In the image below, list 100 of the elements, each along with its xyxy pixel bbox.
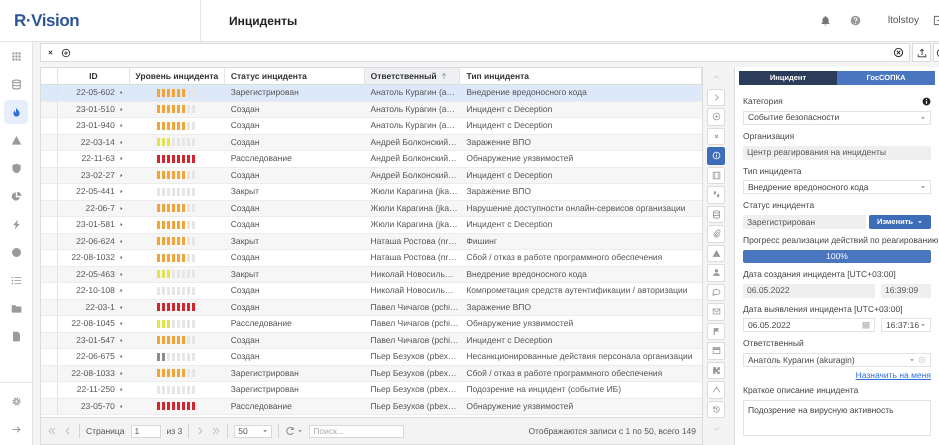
table-cell-text: Николай Новосиль… xyxy=(370,284,454,298)
table-row[interactable]: 22-11-250 Зарегистрирован Пьер Безухов (pbex… Подозрение на инцидент (событие ИБ) xyxy=(41,382,702,398)
field-label: Ответственный xyxy=(743,337,804,350)
tool-button[interactable] xyxy=(707,244,725,262)
table-cell-text: Обнаружение уязвимостей xyxy=(465,400,574,413)
table-cell-text: Создан xyxy=(230,102,261,116)
table-cell-text: Инцидент с Deception xyxy=(465,168,554,182)
column-header[interactable]: Статус инцидента xyxy=(230,70,307,82)
description-field[interactable]: Подозрение на вирусную активность xyxy=(743,400,931,436)
select-field[interactable]: Анатоль Курагин (akuragin) xyxy=(743,353,931,367)
tool-button[interactable] xyxy=(707,225,725,242)
table-cell-text: Сбой / отказ в работе программного обеспечения xyxy=(465,251,664,264)
table-cell-text: Расследование xyxy=(230,400,293,413)
user-name[interactable]: ltolstoy xyxy=(888,13,919,28)
time-field[interactable]: 16:37:16 xyxy=(881,318,931,332)
column-header[interactable]: Уровень инцидента xyxy=(135,70,218,82)
date-field[interactable]: 06.05.2022 xyxy=(743,318,875,332)
table-row[interactable]: 23-01-581 Создан Жюли Карагина (jka… Инцидент с Deception xyxy=(41,217,702,234)
tool-button[interactable] xyxy=(707,206,725,223)
table-cell-text: Компрометация средств аутентификации / авторизации xyxy=(465,284,688,298)
table-row[interactable]: 23-05-70 Расследование Пьер Безухов (pbex… Обнаружение уязвимостей xyxy=(41,398,702,415)
expand-icon xyxy=(118,172,124,178)
table-row[interactable]: 22-06-624 Закрыт Наташа Ростова (nr… Фишинг xyxy=(41,234,702,250)
incident-id: 22-03-14 xyxy=(80,136,115,149)
table-row[interactable]: 22-06-675 Создан Пьер Безухов (pbex… Несанкционированные действия персонала организации xyxy=(41,349,702,366)
incident-id: 22-08-1045 xyxy=(71,317,115,330)
tool-button[interactable] xyxy=(707,186,725,204)
table-row[interactable]: 22-05-463 Закрыт Николай Новосиль… Внедрение вредоносного кода xyxy=(41,266,702,283)
table-cell-text: Создан xyxy=(230,218,261,232)
database-icon xyxy=(10,78,22,90)
table-cell-text: Обнаружение уязвимостей xyxy=(465,152,574,166)
table-row[interactable]: 22-08-1045 Расследование Павел Чичагов (pchi… Обнаружение уязвимостей xyxy=(41,316,702,332)
field-label: Краткое описание инцидента xyxy=(743,384,858,396)
table-row[interactable]: 23-01-510 Создан Анатоль Курагин (а… Инцидент с Deception xyxy=(41,102,702,118)
list-icon xyxy=(10,274,22,286)
table-cell-text: Анатоль Курагин (а… xyxy=(370,86,456,100)
assign-to-me-link[interactable]: Назначить на меня xyxy=(856,369,931,382)
tool-button[interactable] xyxy=(707,342,725,360)
table-row[interactable]: 22-11-63 Расследование Андрей Болконский… Обнаружение уязвимостей xyxy=(41,151,702,168)
column-header[interactable]: ID xyxy=(89,70,98,82)
refresh-button[interactable] xyxy=(285,426,304,436)
table-cell-text: Создан xyxy=(230,300,261,314)
tool-button[interactable] xyxy=(707,362,725,379)
page-input[interactable]: 1 xyxy=(130,424,161,438)
table-cell-text: Закрыт xyxy=(230,234,260,248)
tool-button[interactable] xyxy=(707,108,725,126)
share-icon xyxy=(712,385,720,394)
table-cell-text: Пьер Безухов (pbex… xyxy=(370,366,458,380)
first-page-button[interactable] xyxy=(47,426,57,436)
incident-id: 22-05-441 xyxy=(76,185,115,198)
field-label: Дата создания инцидента [UTC+03:00] xyxy=(743,268,896,280)
select-field[interactable]: Событие безопасности xyxy=(743,110,931,125)
page-size-select[interactable]: 50 xyxy=(234,424,272,438)
table-row[interactable]: 23-02-27 Создан Андрей Болконский… Инцидент с Deception xyxy=(41,168,702,184)
table-row[interactable]: 22-05-602 Зарегистрирован Анатоль Курагин (а… Внедрение вредоносного кода xyxy=(41,85,702,102)
table-cell-text: Внедрение вредоносного кода xyxy=(465,86,588,100)
select-field[interactable]: Внедрение вредоносного кода xyxy=(743,180,931,194)
expand-icon xyxy=(118,90,124,96)
table-cell-text: Инцидент с Deception xyxy=(465,119,554,132)
date-value: 06.05.2022 xyxy=(748,318,791,332)
tool-button[interactable] xyxy=(707,400,725,418)
table-row[interactable]: 22-08-1033 Зарегистрирован Пьер Безухов (pbex… Сбой / отказ в работе программного обеспечения xyxy=(41,366,702,382)
tool-button[interactable] xyxy=(707,264,725,282)
tool-button[interactable] xyxy=(707,381,725,398)
warning-icon xyxy=(712,248,720,258)
table-row[interactable]: 23-01-940 Создан Анатоль Курагин (а… Инцидент с Deception xyxy=(41,118,702,134)
table-row[interactable]: 22-03-1 Создан Павел Чичагов (pchi… Заражение ВПО xyxy=(41,300,702,316)
field-label: Дата выявления инцидента [UTC+03:00] xyxy=(743,302,903,316)
expand-icon xyxy=(118,387,124,392)
tool-button[interactable] xyxy=(707,147,725,164)
tool-button[interactable] xyxy=(707,284,725,301)
table-row[interactable]: 22-06-7 Создан Жюли Карагина (jka… Нарушение доступности онлайн-сервисов организации xyxy=(41,200,702,217)
tool-button[interactable] xyxy=(707,166,725,184)
readonly-field: Центр реагирования на инциденты xyxy=(743,146,931,160)
nav-button[interactable] xyxy=(4,100,28,124)
table-row[interactable]: 22-10-108 Создан Николай Новосиль… Компрометация средств аутентификации / авторизации xyxy=(41,283,702,300)
tool-button[interactable] xyxy=(707,322,725,340)
expand-icon xyxy=(118,272,124,277)
table-cell-text: Пьер Безухов (pbex… xyxy=(370,400,458,413)
time-field: 16:39:09 xyxy=(881,284,931,298)
field-label: Организация xyxy=(743,130,794,142)
expand-icon xyxy=(118,304,124,310)
search-field[interactable]: Поиск... xyxy=(309,424,404,438)
table-row[interactable]: 22-05-441 Закрыт Жюли Карагина (jka… Заражение ВПО xyxy=(41,184,702,200)
expand-icon xyxy=(118,321,124,326)
table-cell-text: Зарегистрирован xyxy=(230,86,300,100)
table-cell-text: Закрыт xyxy=(230,268,260,281)
column-header[interactable]: Тип инцидента xyxy=(466,70,529,82)
incident-id: 22-08-1032 xyxy=(71,251,115,264)
table-cell-text: Сбой / отказ в работе программного обеспечения xyxy=(465,366,664,380)
table-row[interactable]: 22-08-1032 Создан Наташа Ростова (nr… Сбой / отказ в работе программного обеспечения xyxy=(41,250,702,266)
table-row[interactable]: 22-03-14 Создан Андрей Болконский… Заражение ВПО xyxy=(41,134,702,151)
tool-button[interactable] xyxy=(707,303,725,320)
table-cell-text: Наташа Ростова (nr… xyxy=(370,234,458,248)
last-page-button[interactable] xyxy=(211,426,222,436)
table-cell-text: Павел Чичагов (pchi… xyxy=(370,300,460,314)
table-cell-text: Анатоль Курагин (а… xyxy=(370,119,456,132)
export-button[interactable] xyxy=(912,43,931,62)
close-icon xyxy=(46,48,55,57)
table-row[interactable]: 23-01-547 Создан Павел Чичагов (pchi… Инцидент с Deception xyxy=(41,332,702,349)
